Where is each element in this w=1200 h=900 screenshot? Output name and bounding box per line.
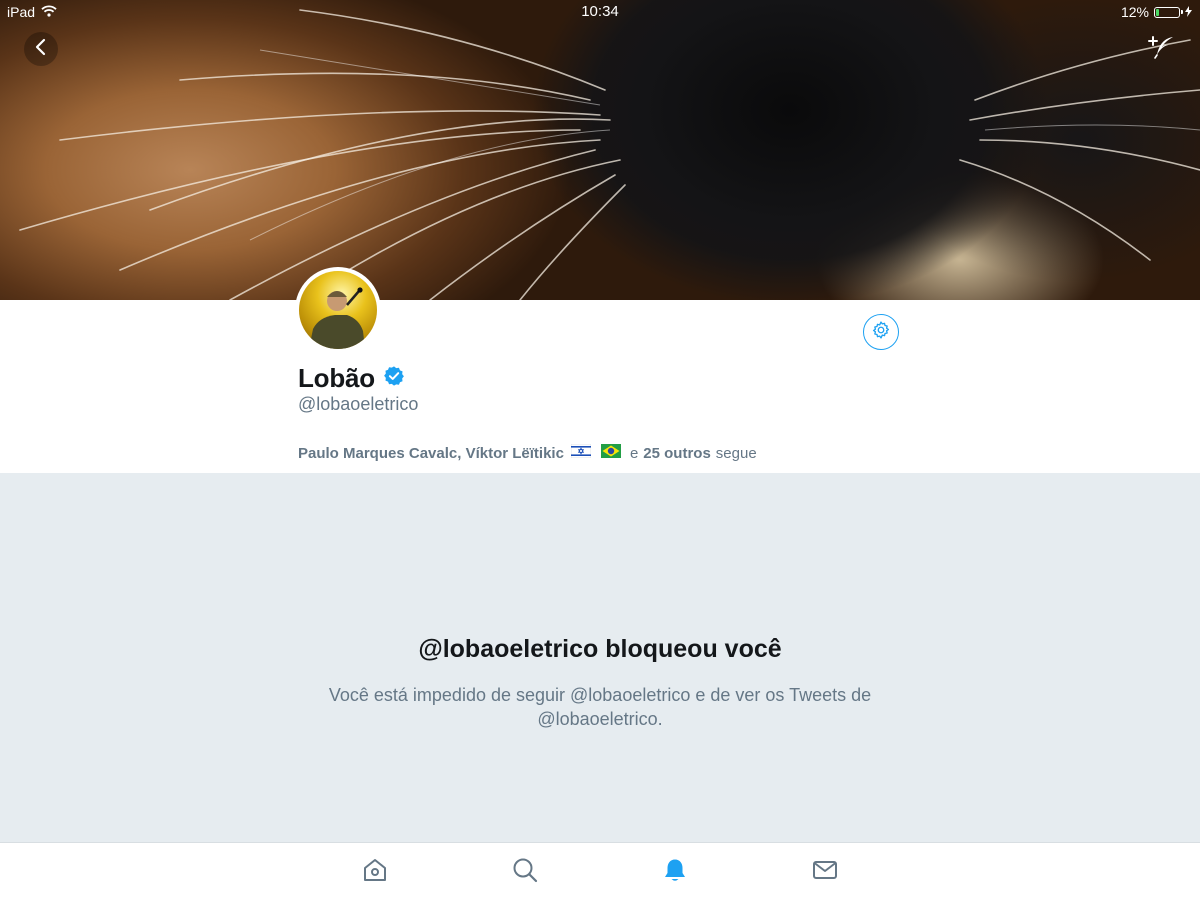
israel-flag-icon bbox=[570, 443, 592, 462]
blocked-description: Você está impedido de seguir @lobaoeletr… bbox=[328, 685, 872, 729]
followed-by-text[interactable]: Paulo Marques Cavalc, Víktor Lëïtikic e … bbox=[298, 443, 757, 462]
profile-avatar[interactable] bbox=[295, 267, 381, 353]
profile-handle: @lobaoeletrico bbox=[298, 394, 419, 414]
followers-names: Paulo Marques Cavalc, Víktor Lëïtikic bbox=[298, 444, 564, 462]
verified-badge-icon bbox=[383, 365, 405, 392]
bottom-tab-bar bbox=[0, 842, 1200, 900]
followers-connector: e bbox=[629, 444, 639, 462]
blocked-notice: @lobaoeletrico bloqueou você Você está i… bbox=[0, 473, 1200, 842]
profile-settings-button[interactable] bbox=[863, 314, 899, 350]
compose-tweet-button[interactable] bbox=[1144, 34, 1178, 64]
brazil-flag-icon bbox=[600, 444, 621, 462]
notifications-bell-icon bbox=[662, 857, 688, 888]
chevron-left-icon bbox=[34, 38, 48, 61]
followers-others-count: 25 outros bbox=[643, 444, 711, 462]
home-icon bbox=[362, 857, 388, 888]
back-button[interactable] bbox=[24, 32, 58, 66]
compose-quill-icon bbox=[1147, 35, 1175, 64]
status-time: 10:34 bbox=[581, 3, 619, 20]
display-name: Lobão bbox=[298, 363, 375, 393]
messages-envelope-icon bbox=[812, 857, 838, 888]
tab-home[interactable] bbox=[360, 857, 390, 887]
status-bar: iPad 10:34 12% bbox=[0, 0, 1200, 24]
avatar-image bbox=[299, 271, 377, 349]
tab-search[interactable] bbox=[510, 857, 540, 887]
battery-percent: 12% bbox=[1120, 4, 1149, 20]
status-right: 12% bbox=[1121, 0, 1192, 24]
name-row: Lobão bbox=[298, 363, 405, 394]
followers-suffix: segue bbox=[715, 444, 757, 462]
banner-image bbox=[19, 9, 1200, 300]
tab-notifications[interactable] bbox=[660, 857, 690, 887]
charging-icon bbox=[1185, 0, 1192, 24]
profile-info: Lobão @lobaoeletrico Paulo Marques Caval… bbox=[0, 300, 1200, 473]
gear-icon bbox=[871, 320, 891, 345]
profile-header-banner: iPad 10:34 12% bbox=[0, 0, 1200, 300]
search-icon bbox=[512, 857, 538, 888]
battery-fill bbox=[1156, 8, 1159, 16]
battery-icon bbox=[1154, 6, 1183, 18]
tab-messages[interactable] bbox=[810, 857, 840, 887]
blocked-title: @lobaoeletrico bloqueou você bbox=[418, 635, 782, 663]
